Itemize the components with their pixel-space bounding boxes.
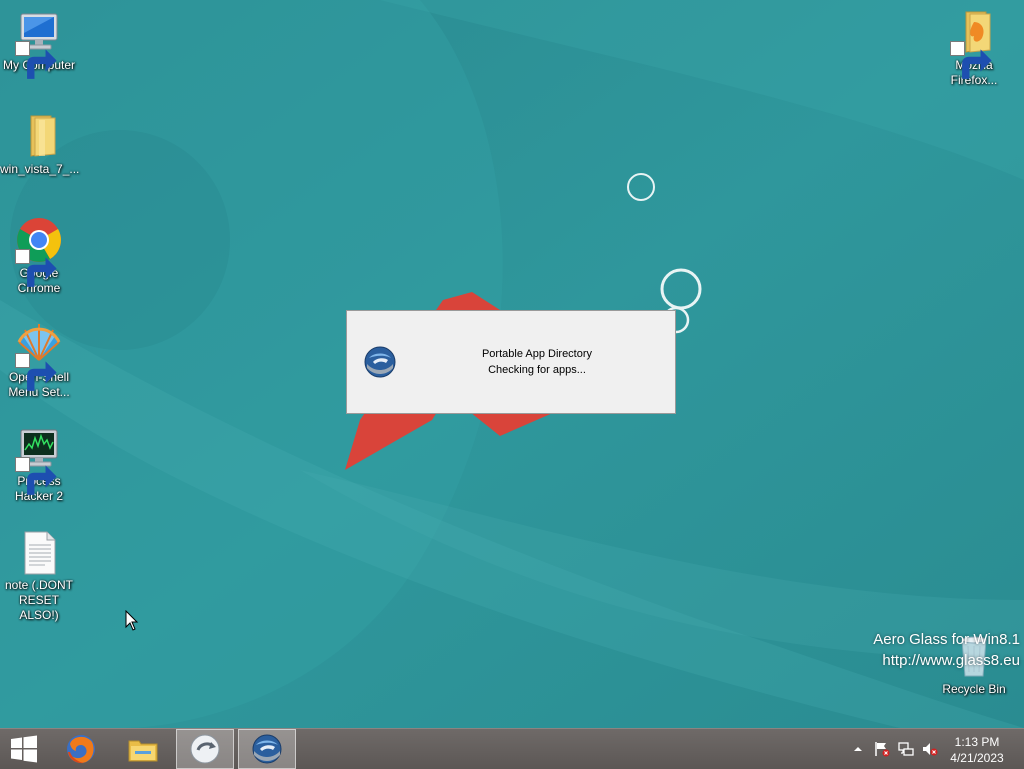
- clock-time: 1:13 PM: [954, 735, 1000, 749]
- computer-icon: [15, 8, 63, 79]
- text-file-icon: [15, 528, 63, 576]
- desktop-icon-note-file[interactable]: note (.DONT RESET ALSO!): [0, 528, 78, 623]
- aero-glass-watermark: Aero Glass for Win8.1 http://www.glass8.…: [873, 629, 1020, 671]
- desktop[interactable]: My Computer win_vista_7_... Google Chrom…: [0, 0, 1024, 728]
- taskbar-button-firefox[interactable]: [52, 729, 110, 769]
- dialog-title: Portable App Directory: [481, 348, 593, 360]
- portable-app-directory-icon: [364, 346, 396, 378]
- taskbar-clock[interactable]: 1:13 PM 4/21/2023: [944, 734, 1010, 766]
- circle-arrow-icon: [190, 734, 220, 764]
- process-hacker-icon: [15, 424, 63, 495]
- dialog-status: Checking for apps...: [488, 364, 586, 376]
- desktop-icon-process-hacker[interactable]: Process Hacker 2: [0, 424, 78, 504]
- desktop-icon-label: note (.DONT RESET ALSO!): [4, 578, 73, 622]
- volume-muted-icon[interactable]: [922, 741, 938, 757]
- desktop-icon-label: Recycle Bin: [942, 682, 1006, 696]
- mouse-pointer-icon: [125, 609, 139, 632]
- taskbar-button-file-explorer[interactable]: [114, 729, 172, 769]
- network-icon[interactable]: [898, 741, 914, 757]
- shortcut-arrow-icon: [950, 41, 992, 79]
- desktop-icon-google-chrome[interactable]: Google Chrome: [0, 216, 78, 296]
- taskbar: 1:13 PM 4/21/2023: [0, 728, 1024, 769]
- shortcut-arrow-icon: [15, 353, 57, 391]
- taskbar-button-running-app[interactable]: [176, 729, 234, 769]
- show-hidden-icons-chevron-icon[interactable]: [850, 741, 866, 757]
- desktop-icon-label: win_vista_7_...: [0, 162, 80, 176]
- chrome-icon: [15, 216, 63, 287]
- clock-date: 4/21/2023: [950, 751, 1004, 765]
- shortcut-arrow-icon: [15, 457, 57, 495]
- firefox-icon: [67, 735, 95, 764]
- desktop-icon-mozilla-firefox[interactable]: Mozilla Firefox...: [935, 8, 1013, 88]
- folder-icon: [950, 8, 998, 79]
- folder-icon: [15, 112, 63, 160]
- portable-app-directory-icon: [252, 734, 282, 764]
- portable-app-directory-dialog[interactable]: Portable App Directory Checking for apps…: [346, 310, 676, 414]
- shortcut-arrow-icon: [15, 249, 57, 287]
- shortcut-arrow-icon: [15, 41, 57, 79]
- file-explorer-icon: [128, 740, 158, 762]
- desktop-icon-win-vista-7-folder[interactable]: win_vista_7_...: [0, 112, 80, 177]
- action-center-flag-icon[interactable]: [874, 741, 890, 757]
- windows-logo-icon: [11, 735, 37, 763]
- open-shell-icon: [15, 320, 63, 391]
- watermark-line-2: http://www.glass8.eu: [882, 652, 1020, 669]
- desktop-icon-my-computer[interactable]: My Computer: [0, 8, 78, 79]
- start-button[interactable]: [0, 729, 48, 769]
- desktop-icon-open-shell[interactable]: Open-Shell Menu Set...: [0, 320, 78, 400]
- watermark-line-1: Aero Glass for Win8.1: [873, 631, 1020, 648]
- taskbar-button-portable-app-directory[interactable]: [238, 729, 296, 769]
